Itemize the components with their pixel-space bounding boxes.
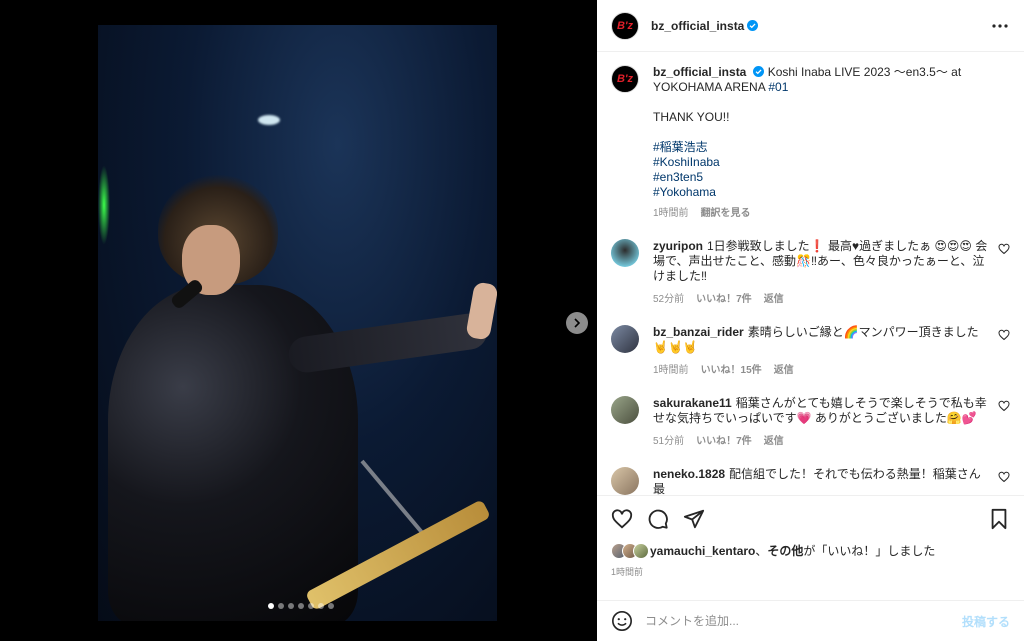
caption-time[interactable]: 1時間前	[653, 206, 689, 221]
post-time[interactable]: 1時間前	[611, 565, 1010, 578]
post-sidebar: B'z bz_official_insta B'z bz_official_in…	[597, 0, 1024, 641]
heart-icon[interactable]	[998, 329, 1010, 341]
like-heart-icon[interactable]	[611, 508, 633, 530]
post-photo[interactable]	[98, 25, 497, 621]
caption: B'z bz_official_insta Koshi Inaba LIVE 2…	[611, 65, 1010, 221]
comment-time[interactable]: 51分前	[653, 434, 684, 449]
comment-like-count[interactable]: いいね！7件	[696, 434, 752, 449]
heart-icon[interactable]	[998, 243, 1010, 255]
comment-username[interactable]: zyuripon	[653, 239, 703, 253]
carousel-dot	[328, 603, 334, 609]
liker-username[interactable]: yamauchi_kentaro	[650, 544, 755, 558]
comment-bubble-icon[interactable]	[647, 508, 669, 530]
avatar[interactable]: B'z	[611, 11, 639, 40]
carousel-dot	[318, 603, 324, 609]
emoji-icon[interactable]	[611, 610, 633, 632]
comment-time[interactable]: 52分前	[653, 292, 684, 307]
verified-badge-icon	[747, 19, 759, 31]
avatar[interactable]	[611, 396, 639, 424]
comment-like-count[interactable]: いいね！7件	[696, 292, 752, 307]
more-horizontal-icon	[992, 23, 1008, 28]
reply-button[interactable]: 返信	[774, 363, 794, 378]
likes-summary[interactable]: yamauchi_kentaro、その他 が「いいね！」しました	[611, 542, 1010, 559]
carousel-dot	[278, 603, 284, 609]
hashtag-link[interactable]: #Yokohama	[653, 185, 1010, 200]
avatar[interactable]	[611, 325, 639, 353]
likes-others-link[interactable]: その他	[767, 542, 803, 559]
avatar[interactable]	[611, 467, 639, 495]
comment: neneko.1828 配信組でした！それでも伝わる熱量！稲葉さん最	[611, 467, 1010, 495]
comment-text: 1日参戦致しました❗ 最高♥過ぎましたぁ 😍😍😍 会場で、声出せたこと、感動🎊‼…	[653, 239, 988, 283]
comment-time[interactable]: 1時間前	[653, 363, 689, 378]
header-username[interactable]: bz_official_insta	[651, 19, 759, 33]
carousel-dot	[308, 603, 314, 609]
carousel-next-button[interactable]	[566, 312, 588, 334]
verified-badge-icon	[753, 66, 765, 77]
hashtag-link[interactable]: #KoshiInaba	[653, 155, 1010, 170]
more-options-button[interactable]	[990, 16, 1010, 36]
avatar[interactable]: B'z	[611, 65, 639, 93]
liker-avatars	[611, 542, 649, 559]
caption-thanks: THANK YOU!!	[653, 110, 730, 124]
post-viewer: B'z bz_official_insta B'z bz_official_in…	[0, 0, 1024, 641]
carousel-dot	[298, 603, 304, 609]
reply-button[interactable]: 返信	[764, 434, 784, 449]
comment: sakurakane11 稲葉さんがとても嬉しそうで楽しそうで私も幸せな気持ちでい…	[611, 396, 1010, 449]
carousel-dot	[288, 603, 294, 609]
avatar[interactable]	[611, 239, 639, 267]
hashtag-link[interactable]: #01	[768, 80, 788, 94]
heart-icon[interactable]	[998, 471, 1010, 483]
post-header: B'z bz_official_insta	[597, 0, 1024, 52]
comment: bz_banzai_rider 素晴らしいご縁と🌈マンパワー頂きました 🤘🤘🤘 1…	[611, 325, 1010, 378]
comment-username[interactable]: neneko.1828	[653, 467, 725, 481]
action-bar: yamauchi_kentaro、その他 が「いいね！」しました 1時間前	[597, 495, 1024, 578]
see-translation-link[interactable]: 翻訳を見る	[701, 206, 751, 221]
comment-like-count[interactable]: いいね！15件	[701, 363, 762, 378]
comment-username[interactable]: bz_banzai_rider	[653, 325, 744, 339]
comment-input[interactable]	[645, 614, 962, 628]
chevron-right-icon	[574, 318, 581, 328]
comment-composer: 投稿する	[597, 600, 1024, 641]
bz-logo: B'z	[616, 19, 634, 32]
reply-button[interactable]: 返信	[764, 292, 784, 307]
bookmark-icon[interactable]	[988, 508, 1010, 530]
heart-icon[interactable]	[998, 400, 1010, 412]
comments-scroll[interactable]: B'z bz_official_insta Koshi Inaba LIVE 2…	[597, 53, 1024, 495]
caption-username[interactable]: bz_official_insta	[653, 65, 746, 79]
carousel-indicator	[268, 603, 334, 609]
hashtag-link[interactable]: #稲葉浩志	[653, 140, 1010, 155]
carousel-dot	[268, 603, 274, 609]
avatar	[633, 542, 649, 559]
media-panel	[0, 0, 597, 641]
share-paper-plane-icon[interactable]	[683, 508, 705, 530]
comment: zyuripon 1日参戦致しました❗ 最高♥過ぎましたぁ 😍😍😍 会場で、声出せ…	[611, 239, 1010, 307]
comment-username[interactable]: sakurakane11	[653, 396, 732, 410]
hashtag-link[interactable]: #en3ten5	[653, 170, 1010, 185]
post-comment-button[interactable]: 投稿する	[962, 613, 1010, 630]
